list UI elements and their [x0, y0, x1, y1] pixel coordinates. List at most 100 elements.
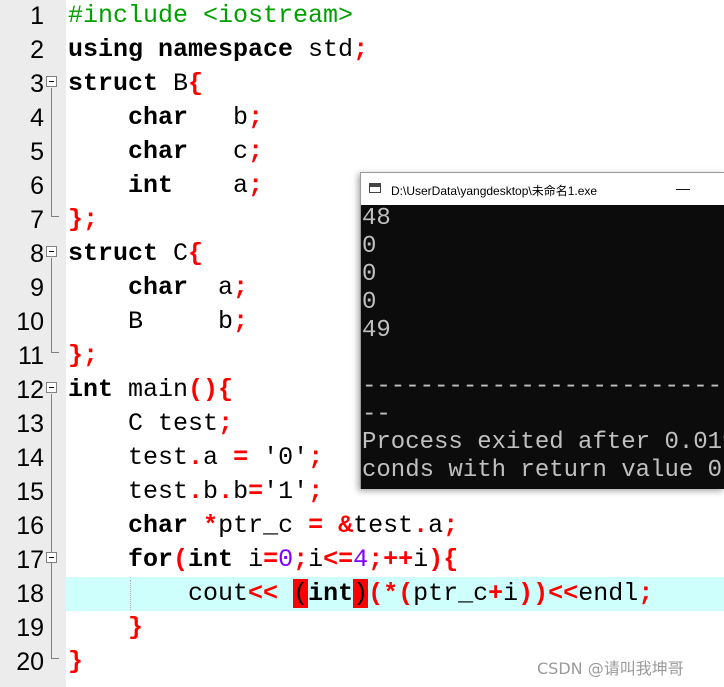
code-token: std: [293, 35, 354, 64]
code-token: ptr_c: [413, 579, 489, 608]
code-token: a: [173, 171, 249, 200]
code-line[interactable]: 5 char c;: [0, 135, 724, 169]
code-token: char: [128, 273, 189, 302]
code-token: &: [338, 511, 354, 540]
fold-toggle-icon[interactable]: [46, 382, 57, 393]
code-token: a: [203, 443, 234, 472]
fold-end: [51, 352, 59, 353]
code-token: =: [248, 477, 264, 506]
code-text: char a;: [68, 271, 248, 305]
code-token: endl: [578, 579, 639, 608]
code-token: ;: [233, 307, 249, 336]
console-output-line: 0: [362, 233, 377, 260]
code-token: .: [188, 477, 204, 506]
code-token: b: [233, 477, 249, 506]
code-line[interactable]: 1 #include <iostream>: [0, 0, 724, 33]
code-text: #include <iostream>: [68, 0, 353, 33]
console-output-line: --------------------------------: [362, 373, 724, 400]
code-line[interactable]: 3 struct B{: [0, 67, 724, 101]
minimize-button[interactable]: —: [673, 181, 693, 195]
line-number: 15: [16, 478, 44, 506]
code-token: B: [158, 69, 189, 98]
code-line[interactable]: 16 char *ptr_c = &test.a;: [0, 509, 724, 543]
code-token: char: [128, 137, 189, 166]
code-line[interactable]: 18 cout<< (int)(*(ptr_c+i))<<endl;: [0, 577, 724, 611]
line-number: 3: [30, 70, 44, 98]
code-text: B b;: [68, 305, 248, 339]
code-token: main: [113, 375, 189, 404]
line-number: 18: [16, 580, 44, 608]
code-token: ;: [308, 477, 324, 506]
code-token: #include <iostream>: [68, 1, 354, 30]
code-token: cout: [68, 579, 249, 608]
code-token: c: [188, 137, 249, 166]
code-token: {: [188, 69, 204, 98]
code-token: ;: [218, 409, 234, 438]
line-number: 12: [16, 376, 44, 404]
code-text: for(int i=0;i<=4;++i){: [68, 543, 458, 577]
code-token: '1': [263, 477, 309, 506]
console-app-icon: [369, 183, 381, 193]
code-text: char *ptr_c = &test.a;: [68, 509, 458, 543]
fold-toggle-icon[interactable]: [46, 76, 57, 87]
code-token: char: [128, 103, 189, 132]
code-token: int: [188, 545, 234, 574]
code-line[interactable]: 17 for(int i=0;i<=4;++i){: [0, 543, 724, 577]
console-titlebar[interactable]: D:\UserData\yangdesktop\未命名1.exe —: [361, 173, 724, 205]
code-line[interactable]: 19 }: [0, 611, 724, 645]
code-token: for: [128, 545, 174, 574]
fold-line: [51, 258, 52, 352]
code-token: {: [188, 239, 204, 268]
code-token: =: [263, 545, 279, 574]
code-token: };: [68, 341, 99, 370]
console-output-line: 48: [362, 205, 391, 232]
indent-guide: [130, 580, 131, 610]
line-number: 5: [30, 138, 44, 166]
code-text: C test;: [68, 407, 233, 441]
code-token: =: [308, 511, 324, 540]
console-output-line: --: [362, 401, 391, 428]
code-token: ;: [248, 137, 264, 166]
code-token: test: [353, 511, 414, 540]
code-token: +: [488, 579, 504, 608]
fold-end: [51, 216, 59, 217]
console-output-line: conds with return value 0: [362, 457, 723, 484]
code-token: struct: [68, 69, 159, 98]
code-token: =: [233, 443, 249, 472]
code-line[interactable]: 4 char b;: [0, 101, 724, 135]
code-token: }: [68, 647, 84, 676]
line-number: 16: [16, 512, 44, 540]
code-token: a: [188, 273, 234, 302]
console-output-line: 0: [362, 289, 377, 316]
line-number: 20: [16, 648, 44, 676]
code-token: ;: [353, 35, 369, 64]
code-token: C test: [68, 409, 219, 438]
code-text: struct B{: [68, 67, 203, 101]
line-number: 1: [30, 2, 44, 30]
code-token: .: [218, 477, 234, 506]
code-token: struct: [68, 239, 159, 268]
code-text: }: [68, 645, 83, 679]
line-number: 10: [16, 308, 44, 336]
code-text: };: [68, 203, 98, 237]
fold-toggle-icon[interactable]: [46, 552, 57, 563]
code-token: int: [128, 171, 174, 200]
code-token: int: [308, 579, 354, 608]
console-output[interactable]: 4800049---------------------------------…: [361, 205, 724, 489]
code-token: ): [353, 579, 369, 608]
console-window[interactable]: D:\UserData\yangdesktop\未命名1.exe — 48 0 0 0…: [360, 172, 724, 489]
code-token: 4: [353, 545, 369, 574]
code-token: i: [233, 545, 264, 574]
code-line[interactable]: 2 using namespace std;: [0, 33, 724, 67]
fold-end: [51, 658, 59, 659]
fold-toggle-icon[interactable]: [46, 246, 57, 257]
line-number: 6: [30, 172, 44, 200]
code-token: ;: [233, 273, 249, 302]
